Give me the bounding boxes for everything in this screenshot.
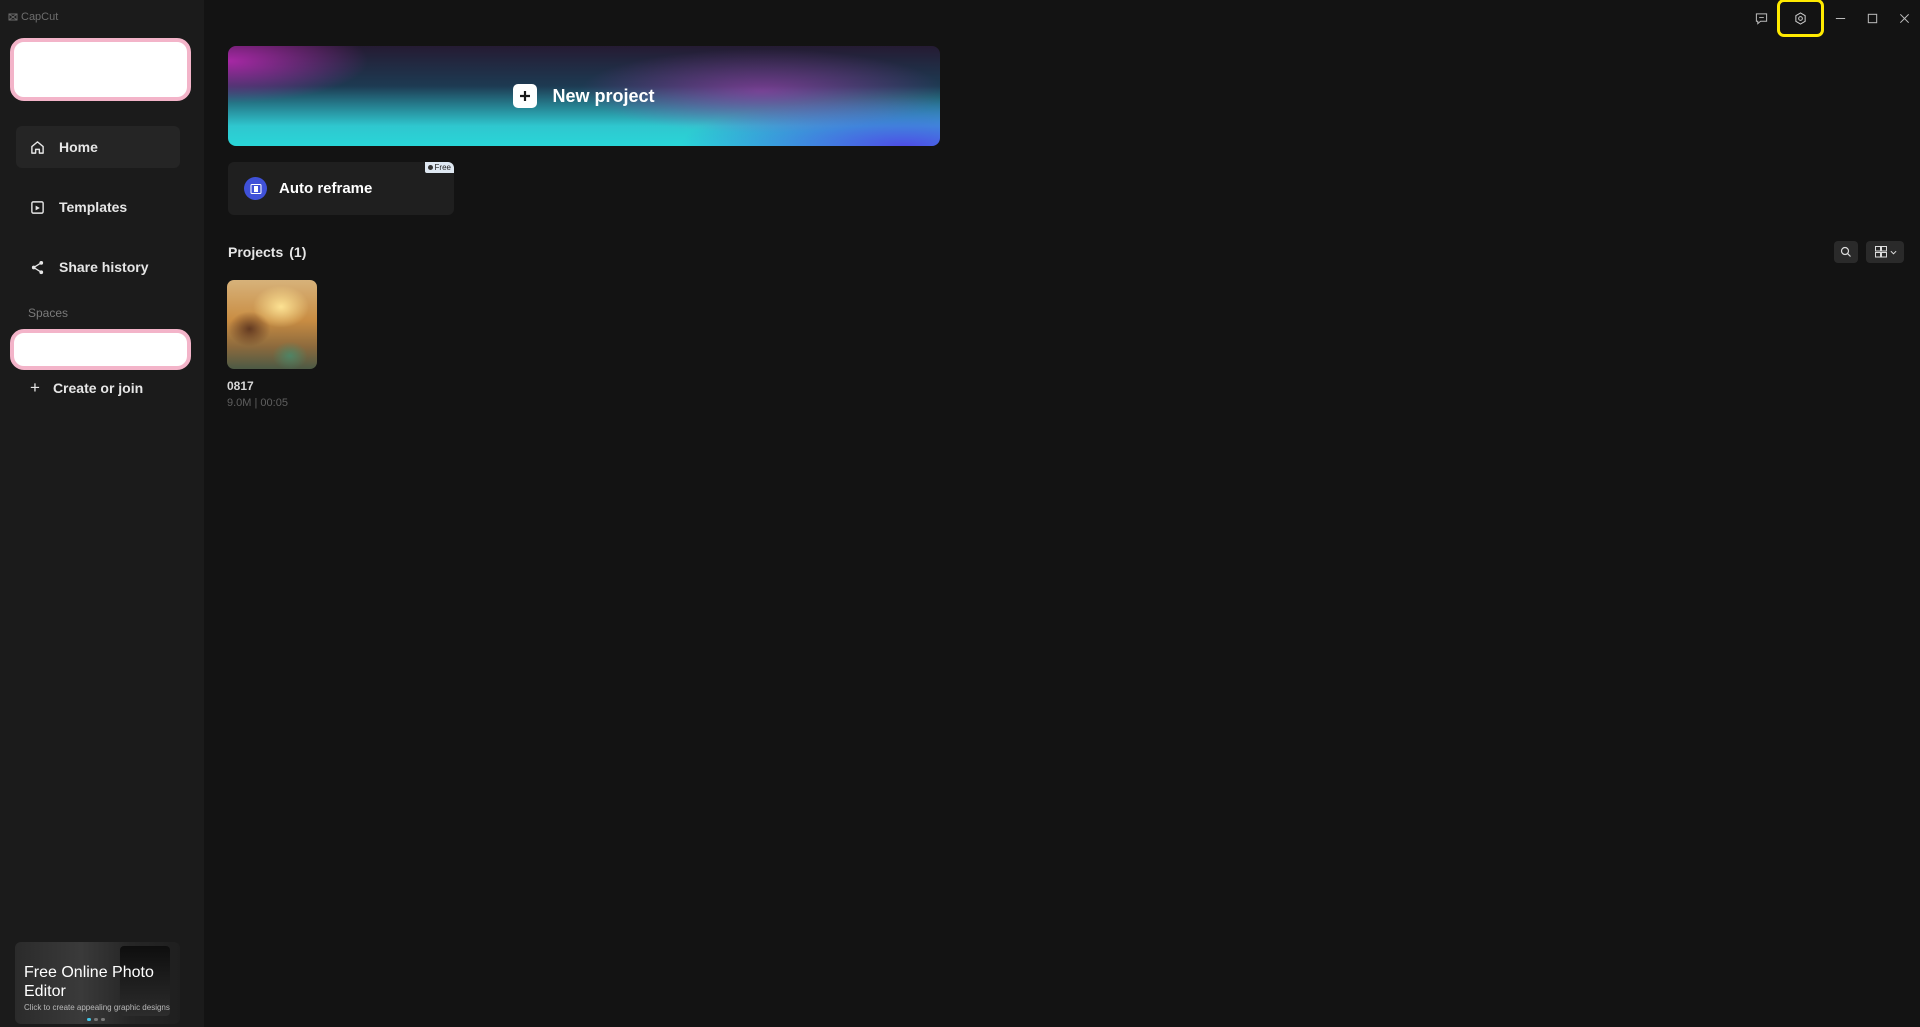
- projects-heading: Projects (1): [228, 244, 306, 260]
- view-mode-dropdown[interactable]: [1866, 241, 1904, 263]
- project-name: 0817: [227, 379, 254, 393]
- settings-icon: [1795, 11, 1806, 25]
- capcut-window: CapCut Home Templates Share history Spac…: [0, 0, 1920, 1027]
- sidebar-item-label: Templates: [59, 199, 128, 215]
- capcut-logo-icon: [8, 13, 18, 21]
- create-or-join-button[interactable]: + Create or join: [30, 378, 143, 398]
- auto-reframe-label: Auto reframe: [279, 180, 373, 197]
- sidebar-item-templates[interactable]: Templates: [16, 186, 180, 228]
- settings-button[interactable]: [1777, 0, 1824, 37]
- maximize-icon: [1867, 13, 1877, 23]
- app-title: CapCut: [8, 11, 58, 23]
- project-meta: 9.0M | 00:05: [227, 397, 288, 409]
- projects-count: (1): [289, 244, 307, 260]
- close-button[interactable]: [1888, 0, 1920, 36]
- create-or-join-label: Create or join: [52, 380, 144, 396]
- search-projects-button[interactable]: [1834, 241, 1858, 263]
- app-title-text: CapCut: [21, 11, 59, 23]
- home-icon: [31, 140, 44, 154]
- spaces-label: Spaces: [28, 306, 69, 320]
- share-icon: [31, 260, 44, 274]
- minimize-icon: [1835, 17, 1845, 19]
- maximize-button[interactable]: [1856, 0, 1888, 36]
- search-icon: [1840, 246, 1851, 257]
- promo-subtitle: Click to create appealing graphic design…: [24, 1003, 170, 1012]
- projects-toolbar: [1834, 241, 1904, 263]
- plus-square-icon: [513, 84, 538, 108]
- project-thumbnail[interactable]: [227, 280, 317, 369]
- carousel-dot[interactable]: [94, 1018, 98, 1021]
- account-profile-redacted[interactable]: [10, 38, 191, 101]
- auto-reframe-button[interactable]: Auto reframe Free: [228, 162, 454, 215]
- auto-reframe-icon: [244, 177, 267, 200]
- projects-label: Projects: [228, 244, 284, 260]
- grid-view-icon: [1874, 246, 1887, 258]
- sidebar-item-label: Share history: [59, 259, 149, 275]
- plus-icon: +: [30, 378, 40, 397]
- feedback-icon: [1755, 12, 1767, 25]
- close-icon: [1899, 13, 1909, 23]
- sidebar-item-home[interactable]: Home: [16, 126, 180, 168]
- promo-banner[interactable]: Free Online Photo Editor Click to create…: [15, 942, 180, 1024]
- carousel-dot[interactable]: [87, 1018, 91, 1021]
- free-badge-label: Free: [434, 163, 451, 172]
- project-card[interactable]: 0817 9.0M | 00:05: [227, 280, 317, 409]
- new-project-label: New project: [552, 85, 655, 106]
- promo-carousel-dots[interactable]: [87, 1018, 105, 1021]
- promo-title: Free Online Photo Editor: [24, 964, 154, 1000]
- sidebar: CapCut Home Templates Share history Spac…: [0, 0, 204, 1027]
- free-badge: Free: [424, 162, 454, 173]
- chevron-down-icon: [1890, 250, 1896, 255]
- badge-dot-icon: [427, 165, 433, 170]
- templates-icon: [31, 200, 44, 214]
- space-item-redacted[interactable]: [10, 329, 191, 370]
- window-controls: [1745, 0, 1920, 37]
- new-project-button[interactable]: New project: [228, 46, 940, 146]
- sidebar-item-label: Home: [59, 139, 98, 155]
- feedback-button[interactable]: [1745, 0, 1777, 36]
- minimize-button[interactable]: [1824, 0, 1856, 36]
- sidebar-item-share-history[interactable]: Share history: [16, 246, 180, 288]
- carousel-dot[interactable]: [101, 1018, 105, 1021]
